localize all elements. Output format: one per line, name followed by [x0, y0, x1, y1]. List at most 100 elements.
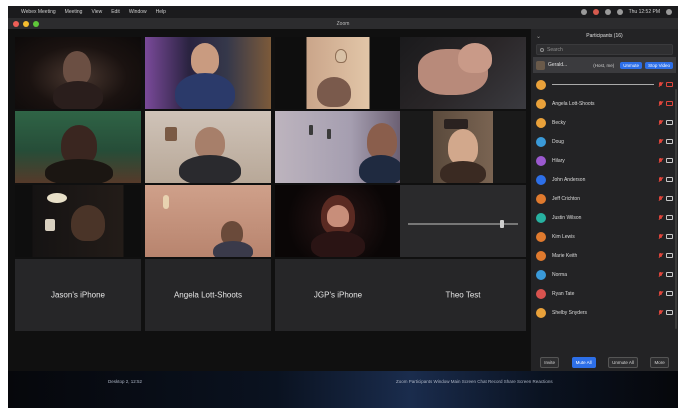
video-camera-icon: [666, 310, 673, 315]
audio-level-tile[interactable]: [400, 185, 526, 257]
video-tile[interactable]: [15, 37, 141, 109]
muted-mic-icon: [658, 100, 663, 107]
participant-row[interactable]: Norma: [531, 265, 678, 284]
avatar: [536, 155, 546, 166]
video-tile[interactable]: [275, 37, 401, 109]
chevron-down-icon[interactable]: ⌄: [536, 33, 541, 40]
participant-row[interactable]: Hilary: [531, 151, 678, 170]
participant-row[interactable]: [531, 75, 678, 94]
participant-status-icons: [658, 119, 673, 126]
panel-header: ⌄ Participants (16): [531, 29, 678, 43]
video-camera-icon: [666, 82, 673, 87]
avatar: [536, 250, 546, 261]
participant-name: Becky: [552, 119, 566, 126]
recording-icon[interactable]: [592, 9, 599, 15]
video-camera-icon: [666, 139, 673, 144]
participant-name: Doug: [552, 138, 564, 145]
video-tile[interactable]: [275, 185, 401, 257]
video-tile[interactable]: [15, 185, 141, 257]
avatar: [536, 136, 546, 147]
participant-status-icons: [658, 81, 673, 88]
mute-all-button[interactable]: Mute All: [571, 356, 596, 368]
name-tile[interactable]: Angela Lott-Shoots: [145, 259, 271, 331]
participant-status-icons: [658, 290, 673, 297]
video-tile[interactable]: [275, 111, 401, 183]
audio-level-bar: [552, 84, 654, 85]
self-name: Gerald...: [548, 62, 568, 68]
video-camera-icon: [666, 120, 673, 125]
participant-name: Hilary: [552, 157, 565, 164]
participant-list: Angela Lott-Shoots Becky Doug Hilary John An…: [531, 75, 678, 322]
participant-row[interactable]: Becky: [531, 113, 678, 132]
participant-row[interactable]: Marie Keith: [531, 246, 678, 265]
participant-row[interactable]: Angela Lott-Shoots: [531, 94, 678, 113]
menubar-clock[interactable]: Thu 12:52 PM: [629, 9, 660, 15]
participant-search-input[interactable]: Search: [536, 44, 673, 55]
participant-row[interactable]: Shelby Snyders: [531, 303, 678, 322]
video-tile[interactable]: [400, 111, 526, 183]
stop-video-button[interactable]: Stop Video: [645, 61, 673, 69]
name-tile[interactable]: Theo Test: [400, 259, 526, 331]
participant-name: John Anderson: [552, 176, 586, 183]
video-tile[interactable]: [145, 37, 271, 109]
participants-panel: ⌄ Participants (16) Search Gerald... (Ho…: [530, 29, 678, 371]
tile-participant-name: JGP's iPhone: [313, 290, 363, 300]
avatar: [536, 212, 546, 223]
video-tile[interactable]: [15, 111, 141, 183]
status-icon[interactable]: [580, 9, 587, 15]
participant-status-icons: [658, 233, 673, 240]
more-button[interactable]: More: [650, 356, 669, 368]
participant-status-icons: [658, 100, 673, 107]
invite-button[interactable]: Invite: [540, 356, 560, 368]
participant-status-icons: [658, 176, 673, 183]
menu-meeting[interactable]: Meeting: [65, 9, 83, 15]
avatar: [536, 231, 546, 242]
participant-status-icons: [658, 157, 673, 164]
participant-name: Norma: [552, 271, 568, 278]
participant-row[interactable]: Justin Wilson: [531, 208, 678, 227]
dock-right-text: Zoom Participants Window Main Screen Cha…: [396, 379, 553, 384]
muted-mic-icon: [658, 233, 663, 240]
participant-row[interactable]: Jeff Crichton: [531, 189, 678, 208]
search-placeholder: Search: [547, 46, 563, 53]
participant-status-icons: [658, 138, 673, 145]
menu-edit[interactable]: Edit: [111, 9, 120, 15]
slider-knob[interactable]: [500, 220, 504, 228]
muted-mic-icon: [658, 138, 663, 145]
participant-row[interactable]: Ryan Tate: [531, 284, 678, 303]
participant-name: Angela Lott-Shoots: [552, 100, 595, 107]
spotlight-icon[interactable]: [666, 9, 672, 15]
volume-slider[interactable]: [408, 220, 518, 228]
participant-list-scrollbar[interactable]: [675, 89, 677, 329]
wifi-icon[interactable]: [604, 9, 611, 15]
dock-left-text: Desktop 2, 12:52: [108, 379, 143, 384]
video-tile[interactable]: [145, 185, 271, 257]
muted-mic-icon: [658, 195, 663, 202]
unmute-all-button[interactable]: Unmute All: [608, 356, 638, 368]
participant-status-icons: [658, 271, 673, 278]
battery-icon[interactable]: [616, 9, 623, 15]
muted-mic-icon: [658, 214, 663, 221]
video-tile[interactable]: [145, 111, 271, 183]
participant-row[interactable]: Doug: [531, 132, 678, 151]
menu-help[interactable]: Help: [156, 9, 166, 15]
gallery-view: Jason's iPhone Angela Lott-Shoots JGP's …: [8, 29, 530, 371]
avatar: [536, 174, 546, 185]
search-icon: [540, 47, 544, 52]
unmute-button[interactable]: Unmute: [620, 61, 643, 69]
video-camera-icon: [666, 101, 673, 106]
participant-status-icons: [658, 252, 673, 259]
name-tile[interactable]: Jason's iPhone: [15, 259, 141, 331]
self-participant-row[interactable]: Gerald... (Host, me) Unmute Stop Video: [533, 57, 676, 73]
muted-mic-icon: [658, 252, 663, 259]
participant-status-icons: [658, 309, 673, 316]
menu-app[interactable]: Webex Meeting: [21, 9, 56, 15]
active-speaker-tile[interactable]: [400, 37, 526, 109]
menu-window[interactable]: Window: [129, 9, 147, 15]
window-titlebar: Zoom: [8, 18, 678, 29]
participant-row[interactable]: Kim Lewis: [531, 227, 678, 246]
participant-row[interactable]: John Anderson: [531, 170, 678, 189]
window-title: Zoom: [336, 20, 350, 27]
menu-view[interactable]: View: [91, 9, 102, 15]
name-tile[interactable]: JGP's iPhone: [275, 259, 401, 331]
